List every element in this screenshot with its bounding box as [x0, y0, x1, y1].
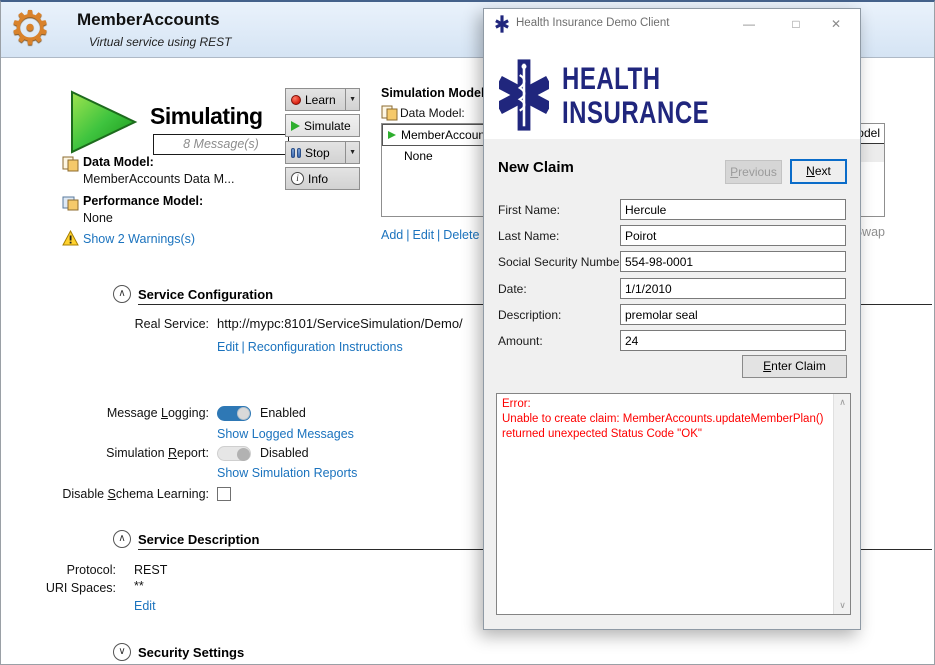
description-field[interactable]	[620, 304, 846, 325]
performance-model-icon	[62, 195, 79, 211]
show-warnings-link[interactable]: Show 2 Warnings(s)	[83, 232, 195, 246]
info-icon: i	[291, 172, 304, 185]
last-name-label: Last Name:	[498, 229, 559, 243]
pause-icon	[291, 148, 301, 158]
client-window: Health Insurance Demo Client — □ ✕ HEALT…	[483, 8, 861, 630]
description-label: Description:	[498, 308, 561, 322]
message-logging-state: Enabled	[260, 406, 306, 420]
collapse-service-configuration-button[interactable]: ∧	[113, 285, 131, 303]
stop-dropdown-icon[interactable]: ▼	[345, 142, 359, 163]
close-icon[interactable]: ✕	[820, 9, 852, 39]
simulation-report-toggle[interactable]	[217, 446, 251, 461]
data-model-label: Data Model:	[83, 155, 154, 169]
gear-icon: ⚙	[9, 0, 51, 56]
edit-service-link[interactable]: Edit	[217, 340, 239, 354]
protocol-label: Protocol:	[1, 563, 116, 577]
protocol-value: REST	[134, 563, 167, 577]
page-title: MemberAccounts	[77, 10, 220, 30]
real-service-label: Real Service:	[1, 317, 209, 331]
next-button[interactable]: Next	[790, 159, 847, 184]
message-count-box: 8 Message(s)	[153, 134, 289, 155]
error-message-text: Error: Unable to create claim: MemberAcc…	[497, 394, 833, 614]
collapse-service-description-button[interactable]: ∧	[113, 530, 131, 548]
message-logging-toggle[interactable]	[217, 406, 251, 421]
last-name-field[interactable]	[620, 225, 846, 246]
show-simulation-reports-link[interactable]: Show Simulation Reports	[217, 466, 357, 480]
previous-button[interactable]: Previous	[725, 160, 782, 184]
client-logo-area: HEALTH INSURANCE	[484, 39, 860, 139]
learn-button[interactable]: Learn ▼	[285, 88, 360, 111]
scroll-down-icon[interactable]: ∨	[834, 597, 851, 614]
play-icon	[291, 121, 300, 131]
real-service-links: Edit|Reconfiguration Instructions	[217, 340, 403, 354]
stop-button[interactable]: Stop ▼	[285, 141, 360, 164]
disable-schema-learning-label: Disable Schema Learning:	[1, 487, 209, 501]
simulation-report-label: Simulation Report:	[1, 446, 209, 460]
page-subtitle: Virtual service using REST	[89, 35, 232, 49]
first-name-field[interactable]	[620, 199, 846, 220]
edit-link[interactable]: Edit	[413, 228, 435, 242]
uri-spaces-label: URI Spaces:	[1, 581, 116, 595]
uri-spaces-value: **	[134, 579, 144, 593]
ssn-field[interactable]	[620, 251, 846, 272]
new-claim-heading: New Claim	[498, 159, 574, 176]
learn-dropdown-icon[interactable]: ▼	[345, 89, 359, 110]
star-of-life-small-icon	[494, 15, 510, 33]
performance-model-value: None	[83, 211, 113, 225]
enter-claim-button[interactable]: Enter Claim	[742, 355, 847, 378]
error-output-box[interactable]: Error: Unable to create claim: MemberAcc…	[496, 393, 851, 615]
real-service-value: http://mypc:8101/ServiceSimulation/Demo/	[217, 316, 463, 331]
amount-field[interactable]	[620, 330, 846, 351]
ssn-label: Social Security Number:	[498, 255, 627, 269]
active-play-icon	[388, 131, 396, 139]
error-scrollbar[interactable]: ∧ ∨	[833, 394, 850, 614]
show-logged-messages-link[interactable]: Show Logged Messages	[217, 427, 354, 441]
delete-link[interactable]: Delete	[443, 228, 479, 242]
logo-text: HEALTH INSURANCE	[562, 63, 709, 131]
simulation-status-text: Simulating	[150, 103, 263, 130]
data-model-value: MemberAccounts Data M...	[83, 172, 234, 186]
model-links: Add|Edit|Delete	[381, 228, 479, 242]
record-icon	[291, 95, 301, 105]
app-window: ⚙ MemberAccounts Virtual service using R…	[0, 0, 935, 665]
amount-label: Amount:	[498, 334, 543, 348]
date-field[interactable]	[620, 278, 846, 299]
simulation-report-state: Disabled	[260, 446, 309, 460]
simulating-play-icon	[69, 90, 139, 154]
star-of-life-icon	[499, 58, 549, 132]
data-model-icon	[62, 156, 79, 172]
reconfiguration-instructions-link[interactable]: Reconfiguration Instructions	[248, 340, 403, 354]
first-name-label: First Name:	[498, 203, 560, 217]
edit-description-link[interactable]: Edit	[134, 599, 156, 613]
date-label: Date:	[498, 282, 527, 296]
simulation-model-title: Simulation Model:	[381, 86, 489, 100]
add-link[interactable]: Add	[381, 228, 403, 242]
warning-icon	[62, 230, 79, 246]
service-configuration-title: Service Configuration	[138, 287, 273, 302]
scroll-up-icon[interactable]: ∧	[834, 394, 851, 411]
simulate-button[interactable]: Simulate	[285, 114, 360, 137]
expand-security-settings-button[interactable]: ∨	[113, 643, 131, 661]
maximize-icon[interactable]: □	[780, 9, 812, 39]
sim-data-model-label: Data Model:	[400, 106, 465, 120]
disable-schema-learning-checkbox[interactable]	[217, 487, 231, 501]
service-description-title: Service Description	[138, 532, 259, 547]
message-logging-label: Message Logging:	[1, 406, 209, 420]
minimize-icon[interactable]: —	[733, 9, 765, 39]
info-button[interactable]: i Info	[285, 167, 360, 190]
client-titlebar[interactable]: Health Insurance Demo Client — □ ✕	[484, 9, 860, 39]
sim-data-model-icon	[381, 105, 398, 121]
client-window-title: Health Insurance Demo Client	[516, 17, 669, 29]
performance-model-label: Performance Model:	[83, 194, 203, 208]
security-settings-title: Security Settings	[138, 645, 244, 660]
